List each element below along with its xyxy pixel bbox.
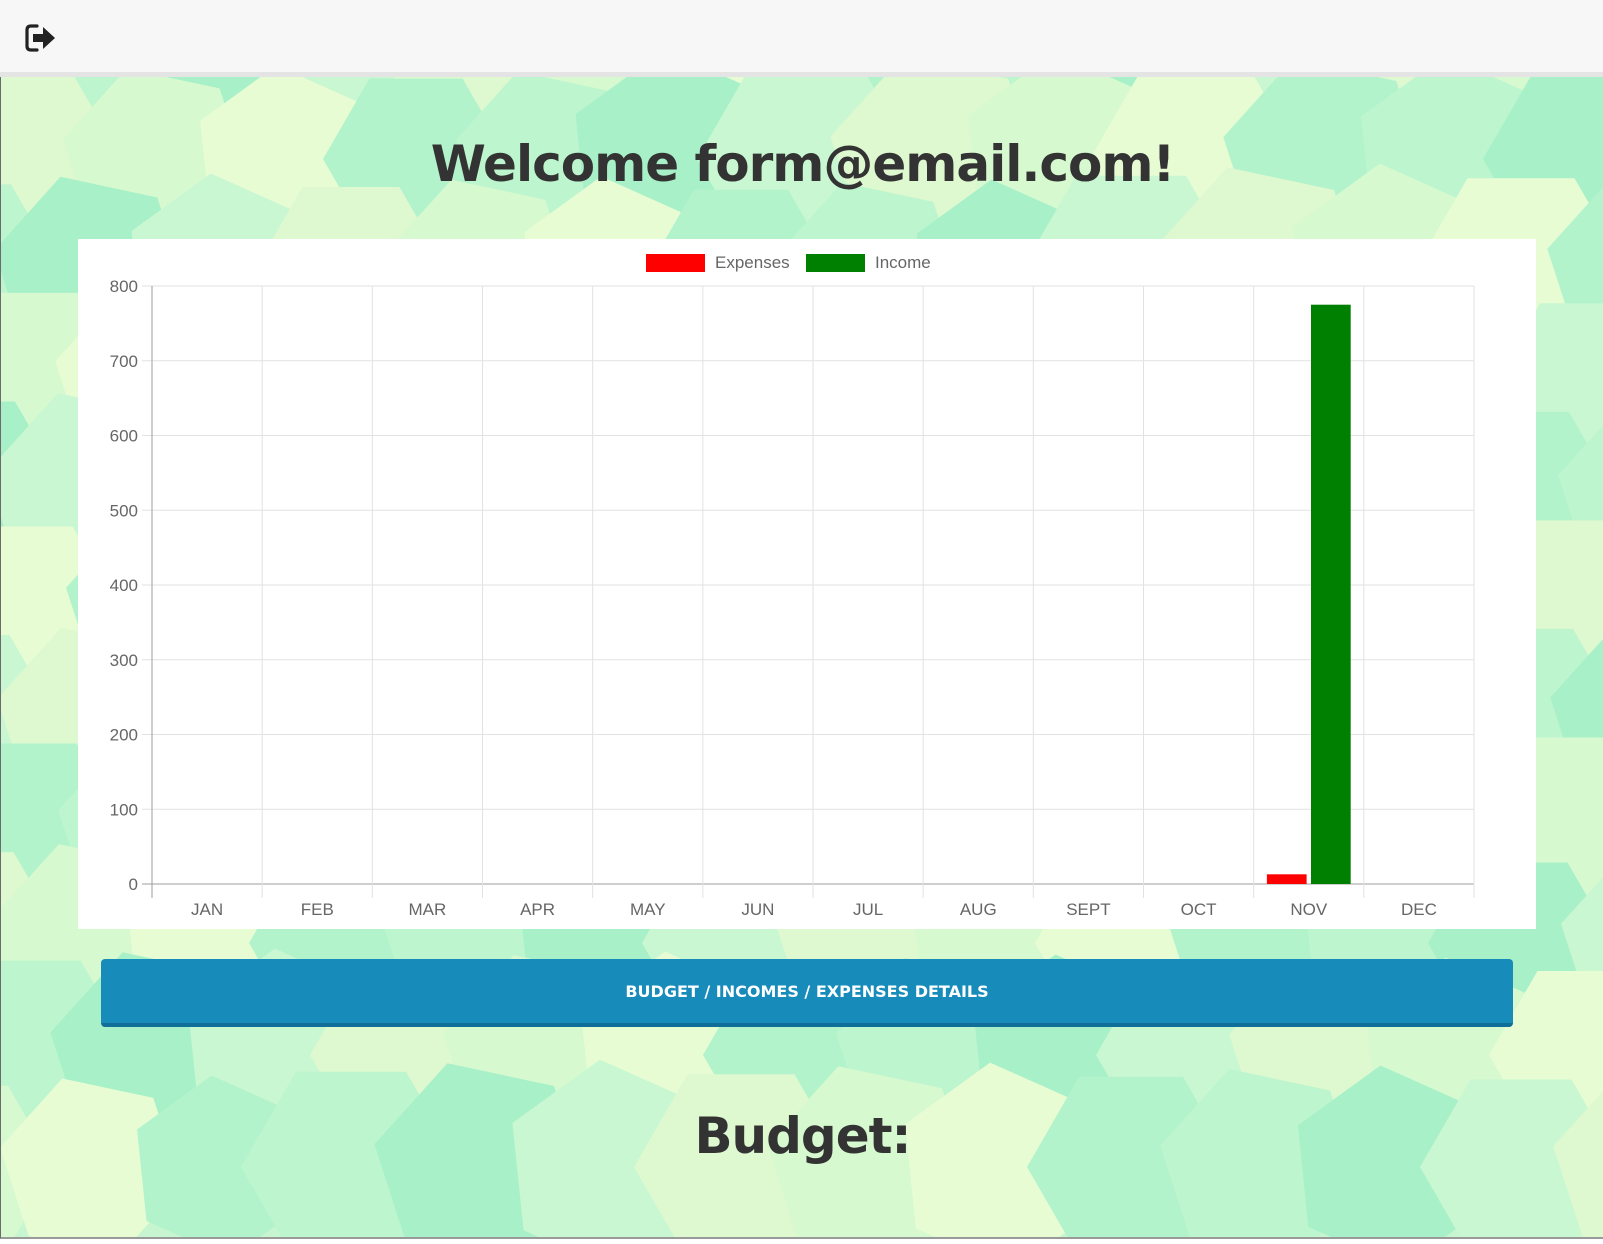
x-tick-label: MAY: [630, 900, 666, 919]
main-content: Welcome form@email.com! Expenses Income 0 1…: [0, 77, 1603, 1239]
y-tick-label: 100: [110, 800, 138, 819]
x-tick-label: OCT: [1181, 900, 1217, 919]
legend-swatch: [806, 254, 865, 272]
x-tick-label: JUN: [741, 900, 774, 919]
legend-swatch: [646, 254, 705, 272]
budget-heading: Budget:: [694, 1107, 911, 1165]
x-tick-label: FEB: [301, 900, 334, 919]
x-tick-label: APR: [520, 900, 555, 919]
y-tick-label: 300: [110, 651, 138, 670]
y-tick-label: 800: [110, 277, 138, 296]
x-tick-label: DEC: [1401, 900, 1437, 919]
bar-income-nov: [1311, 304, 1351, 884]
chart-legend: Expenses Income: [646, 253, 931, 272]
details-button[interactable]: BUDGET / INCOMES / EXPENSES DETAILS: [101, 959, 1513, 1027]
y-tick-label: 500: [110, 501, 138, 520]
top-navbar: [0, 0, 1603, 77]
legend-label: Income: [875, 253, 931, 272]
x-tick-label: SEPT: [1066, 900, 1110, 919]
bar-expenses-nov: [1266, 874, 1307, 884]
x-tick-label: MAR: [409, 900, 447, 919]
sign-out-icon: [25, 24, 55, 52]
chart-card: Expenses Income 0 100 200 300 400 500 600 700 800 J…: [78, 239, 1536, 929]
x-tick-label: NOV: [1290, 900, 1328, 919]
x-tick-label: JUL: [853, 900, 883, 919]
x-tick-label: AUG: [960, 900, 997, 919]
y-tick-label: 600: [110, 427, 138, 446]
y-tick-label: 400: [110, 576, 138, 595]
x-tick-label: JAN: [191, 900, 223, 919]
income-expenses-chart: Expenses Income 0 100 200 300 400 500 600 700 800 J…: [110, 253, 1475, 919]
welcome-heading: Welcome form@email.com!: [430, 135, 1176, 193]
y-tick-label: 700: [110, 352, 138, 371]
y-tick-label: 200: [110, 726, 138, 745]
logout-button[interactable]: [22, 20, 58, 56]
y-tick-label: 0: [129, 875, 138, 894]
legend-label: Expenses: [715, 253, 790, 272]
